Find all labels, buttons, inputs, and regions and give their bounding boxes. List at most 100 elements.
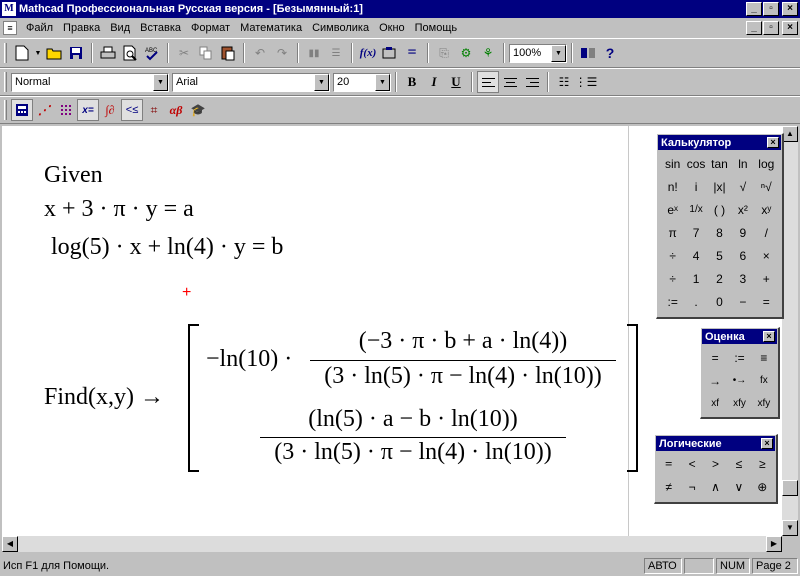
chevron-down-icon[interactable]: ▼ [153,73,168,91]
doc-restore-button[interactable]: ▫ [763,21,779,35]
digit-1-button[interactable]: 1 [684,268,707,289]
less-or-equal-button[interactable]: ≤ [727,453,750,474]
exp-button[interactable]: eˣ [661,199,684,220]
document-icon[interactable]: ≡ [3,21,17,35]
copy-icon[interactable] [195,42,217,64]
insert-function-button[interactable]: f(x) [357,42,379,64]
prefix-operator-button[interactable]: fx [752,370,776,391]
style-select[interactable]: Normal ▼ [11,72,169,92]
reciprocal-button[interactable]: 1/x [684,199,707,220]
close-icon[interactable]: × [761,438,773,449]
numbered-list-icon[interactable]: ⋮☰ [575,71,598,93]
resource-center-icon[interactable] [577,42,599,64]
menu-insert[interactable]: Вставка [135,22,186,34]
and-button[interactable]: ∧ [704,476,727,497]
xor-button[interactable]: ⊕ [751,476,774,497]
minimize-button[interactable]: _ [746,2,762,16]
toolbar-grip[interactable] [4,43,7,63]
italic-button[interactable]: I [423,71,445,93]
vertical-scrollbar[interactable]: ▲ ▼ [782,126,798,536]
chevron-down-icon[interactable]: ▼ [314,73,329,91]
define-button[interactable]: := [727,347,751,368]
scroll-up-icon[interactable]: ▲ [782,126,798,142]
paste-icon[interactable] [217,42,239,64]
run-script-icon[interactable]: ⚘ [477,42,499,64]
digit-3-button[interactable]: 3 [731,268,754,289]
tan-button[interactable]: tan [708,153,731,174]
insert-unit-icon[interactable] [379,42,401,64]
log-button[interactable]: log [755,153,778,174]
ln-button[interactable]: ln [731,153,754,174]
font-size-select[interactable]: 20 ▼ [333,72,391,92]
toolbar-grip[interactable] [4,72,7,92]
redo-icon[interactable]: ↷ [271,42,293,64]
palette-titlebar[interactable]: Логические × [656,436,775,451]
menu-format[interactable]: Формат [186,22,235,34]
plus-button[interactable]: + [755,268,778,289]
close-icon[interactable]: × [767,137,779,148]
maximize-button[interactable]: ▫ [763,2,779,16]
multiply-button[interactable]: × [755,245,778,266]
imaginary-button[interactable]: i [684,176,707,197]
doc-close-button[interactable]: × [782,21,798,35]
not-equal-button[interactable]: ≠ [657,476,680,497]
cut-icon[interactable]: ✂ [173,42,195,64]
evaluation-palette-icon[interactable]: x= [77,99,99,121]
matrix-palette-icon[interactable] [55,99,77,121]
menu-view[interactable]: Вид [105,22,135,34]
global-define-button[interactable]: ≡ [752,347,776,368]
palette-titlebar[interactable]: Калькулятор × [658,135,781,150]
calculator-palette-icon[interactable] [11,99,33,121]
decimal-point-button[interactable]: . [684,291,707,312]
menu-file[interactable]: Файл [21,22,58,34]
digit-7-button[interactable]: 7 [684,222,707,243]
not-button[interactable]: ¬ [680,476,703,497]
menu-math[interactable]: Математика [235,22,307,34]
scroll-thumb[interactable] [782,480,798,496]
spell-check-icon[interactable]: ABC [141,42,163,64]
menu-help[interactable]: Помощь [410,22,463,34]
align-across-icon[interactable]: ▮▮ [303,42,325,64]
print-preview-icon[interactable] [119,42,141,64]
print-icon[interactable] [97,42,119,64]
insert-hyperlink-icon[interactable]: ⎘ [433,42,455,64]
symbolic-evaluate-button[interactable]: → [703,370,727,391]
square-button[interactable]: x² [731,199,754,220]
calculus-palette-icon[interactable]: ∫∂ [99,99,121,121]
treefix-operator-button[interactable]: xfy [752,393,776,414]
menu-symbolics[interactable]: Символика [307,22,374,34]
bullet-list-icon[interactable]: ☷ [553,71,575,93]
divide-button[interactable]: / [755,222,778,243]
boolean-palette-icon[interactable]: <≤ [121,99,143,121]
result-vector[interactable]: −ln(10) · (−3 · π · b + a · ln(4)) (3 · … [188,324,638,472]
evaluate-button[interactable]: = [703,347,727,368]
digit-4-button[interactable]: 4 [684,245,707,266]
nth-root-button[interactable]: ⁿ√ [755,176,778,197]
close-icon[interactable]: × [763,331,775,342]
programming-palette-icon[interactable]: ⌗ [143,99,165,121]
power-button[interactable]: xʸ [755,199,778,220]
help-icon[interactable]: ? [599,42,621,64]
undo-icon[interactable]: ↶ [249,42,271,64]
doc-minimize-button[interactable]: _ [746,21,762,35]
mathcad-app-icon[interactable]: M [2,2,16,16]
digit-2-button[interactable]: 2 [708,268,731,289]
digit-6-button[interactable]: 6 [731,245,754,266]
parentheses-button[interactable]: ( ) [708,199,731,220]
menu-window[interactable]: Окно [374,22,410,34]
digit-0-button[interactable]: 0 [708,291,731,312]
scroll-down-icon[interactable]: ▼ [782,520,798,536]
zoom-select[interactable]: 100% ▼ [509,43,567,63]
keyword-evaluate-button[interactable]: •→ [727,370,751,391]
horizontal-scrollbar[interactable]: ◀ ▶ [2,536,782,552]
graph-palette-icon[interactable]: ⋰ [33,99,55,121]
bold-button[interactable]: B [401,71,423,93]
digit-9-button[interactable]: 9 [731,222,754,243]
save-icon[interactable] [65,42,87,64]
toolbar-grip[interactable] [4,100,7,120]
postfix-operator-button[interactable]: xf [703,393,727,414]
greater-than-button[interactable]: > [704,453,727,474]
align-down-icon[interactable]: ☰ [325,42,347,64]
inline-divide-button[interactable]: ÷ [661,245,684,266]
assign-button[interactable]: := [661,291,684,312]
